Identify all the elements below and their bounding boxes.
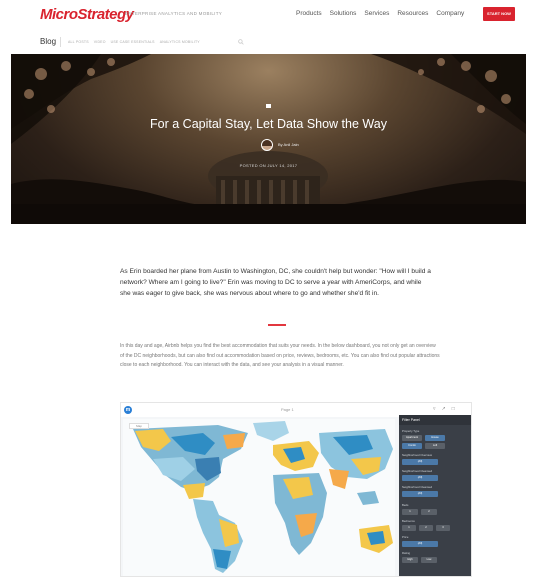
filter-chip[interactable]: Condo [402,443,422,449]
filter-chip[interactable]: 1 [402,509,418,515]
filter-chip[interactable]: 1 [402,525,416,531]
filter-chip[interactable]: House [425,435,445,441]
post-date: POSTED ON JULY 14, 2017 [239,163,298,168]
hero-accent-mark [266,104,271,108]
nav-services[interactable]: Services [364,10,389,17]
filter-label: Beds [402,503,409,507]
filter-chip[interactable]: Apartment [402,435,422,441]
share-icon[interactable]: ↗ [442,406,446,412]
map-tab[interactable]: Map [129,423,149,429]
filter-label: Neighborhood Cleansed [402,469,433,473]
main-nav: Products Solutions Services Resources Co… [296,10,464,17]
filter-chip[interactable]: 2 [419,525,433,531]
filter-chip[interactable]: Low [421,557,437,563]
filter-dropdown[interactable]: (All) [402,491,438,497]
top-nav: MicroStrategy ENTERPRISE ANALYTICS AND M… [0,0,537,30]
map-canvas [133,421,393,573]
search-icon[interactable] [238,39,244,47]
microstrategy-logo[interactable]: MicroStrategy [40,6,134,23]
blog-label[interactable]: Blog [40,37,56,46]
hero-banner: For a Capital Stay, Let Data Show the Wa… [11,54,526,224]
dossier-logo-icon[interactable]: m [124,406,132,414]
article-intro: As Erin boarded her plane from Austin to… [120,268,431,298]
blog-subnav: Blog ALL POSTS VIDEO USE CASE ESSENTIALS… [0,30,537,54]
section-divider [268,324,286,326]
filter-chip[interactable]: High [402,557,418,563]
category-use-case[interactable]: USE CASE ESSENTIALS [111,40,155,44]
filter-dropdown[interactable]: (All) [402,475,438,481]
filter-label: Neighborhood Cleansed [402,485,433,489]
fullscreen-icon[interactable]: □ [452,406,455,412]
filter-panel-header: Filter Panel [399,415,471,425]
embedded-dashboard[interactable]: m Page 1 ▿ ↗ □ Map Filter Panel Property… [120,402,472,577]
filter-chip[interactable]: 2 [421,509,437,515]
category-video[interactable]: VIDEO [94,40,106,44]
category-all-posts[interactable]: ALL POSTS [68,40,89,44]
filter-label: Bedrooms [402,519,415,523]
filter-chip[interactable]: Loft [425,443,445,449]
filter-chip[interactable]: 3 [436,525,450,531]
filter-label: Rating [402,551,411,555]
filter-dropdown[interactable]: (All) [402,541,438,547]
post-title: For a Capital Stay, Let Data Show the Wa… [150,117,387,131]
nav-company[interactable]: Company [436,10,464,17]
nav-products[interactable]: Products [296,10,322,17]
filter-label: Neighborhood Overview [402,453,433,457]
dashboard-page-title: Page 1 [281,407,294,412]
dashboard-tools: ▿ ↗ □ [433,406,455,412]
avatar[interactable] [261,139,273,151]
filter-panel: Filter Panel Property Type Apartment Hou… [399,415,471,576]
world-map[interactable]: Map [123,419,395,576]
logo-tagline: ENTERPRISE ANALYTICS AND MOBILITY [125,11,223,16]
filter-label: Price [402,535,409,539]
article-body: In this day and age, Airbnb helps you fi… [120,343,440,368]
nav-resources[interactable]: Resources [397,10,428,17]
filter-icon[interactable]: ▿ [433,406,436,412]
blog-category-list: ALL POSTS VIDEO USE CASE ESSENTIALS ANAL… [68,40,200,44]
author-name[interactable]: By Anil Jain [278,142,299,147]
filter-dropdown[interactable]: (All) [402,459,438,465]
filter-label: Property Type [402,429,420,433]
nav-solutions[interactable]: Solutions [330,10,357,17]
subnav-divider [60,37,61,47]
start-now-button[interactable]: START NOW [483,7,515,21]
category-analytics-mobility[interactable]: ANALYTICS MOBILITY [160,40,200,44]
